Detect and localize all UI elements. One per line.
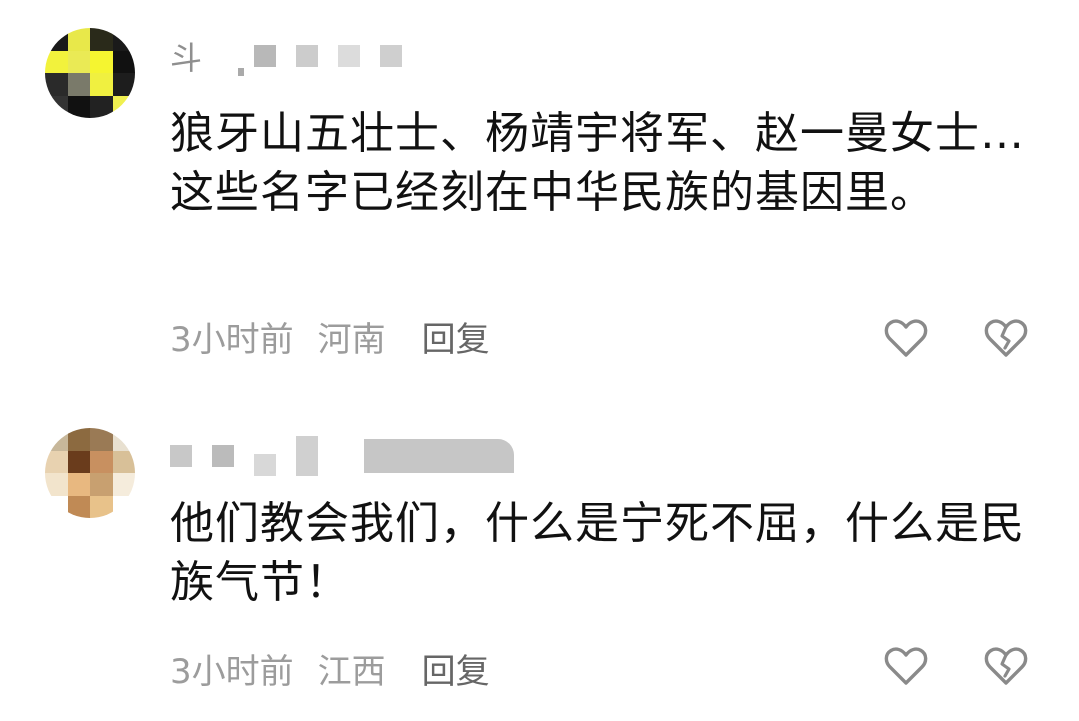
broken-heart-icon[interactable]: [982, 314, 1030, 362]
username-blur: [380, 45, 403, 67]
comment-location: 江西: [317, 652, 386, 692]
comment-time: 3小时前: [170, 320, 294, 360]
comment-meta: 3小时前 江西 回复: [170, 644, 490, 693]
comment-text: 他们教会我们，什么是宁死不屈，什么是民族气节！: [170, 498, 1025, 608]
username-blur: [212, 445, 234, 467]
username-blur: [296, 45, 319, 67]
heart-outline-icon[interactable]: [882, 642, 930, 690]
username-blur: [238, 68, 245, 76]
comment-meta: 3小时前 河南 回复: [170, 312, 490, 361]
username-blur: [364, 439, 514, 473]
comment-text: 狼牙山五壮士、杨靖宇将军、赵一曼女士…这些名字已经刻在中华民族的基因里。: [170, 108, 1025, 218]
username-blur: [254, 454, 276, 476]
username-blur: [254, 45, 277, 67]
reply-button[interactable]: 回复: [422, 644, 490, 693]
username-blur: [296, 436, 318, 476]
avatar[interactable]: [45, 28, 135, 118]
username-blur: [170, 445, 192, 467]
avatar[interactable]: [45, 428, 135, 518]
broken-heart-icon[interactable]: [982, 642, 1030, 690]
comment-item: 斗 狼牙山五壮士、杨靖宇将军、赵一曼女士…这些名字已经刻在中华民族的基因里。 3…: [0, 0, 1079, 400]
username-text: 斗: [170, 39, 203, 77]
comment-location: 河南: [317, 320, 386, 360]
username-blur: [338, 45, 361, 67]
comment-item: 他们教会我们，什么是宁死不屈，什么是民族气节！ 3小时前 江西 回复: [0, 400, 1079, 721]
username[interactable]: 斗: [170, 36, 408, 77]
username[interactable]: [170, 436, 520, 476]
heart-outline-icon[interactable]: [882, 314, 930, 362]
reply-button[interactable]: 回复: [422, 312, 490, 361]
comment-time: 3小时前: [170, 652, 294, 692]
